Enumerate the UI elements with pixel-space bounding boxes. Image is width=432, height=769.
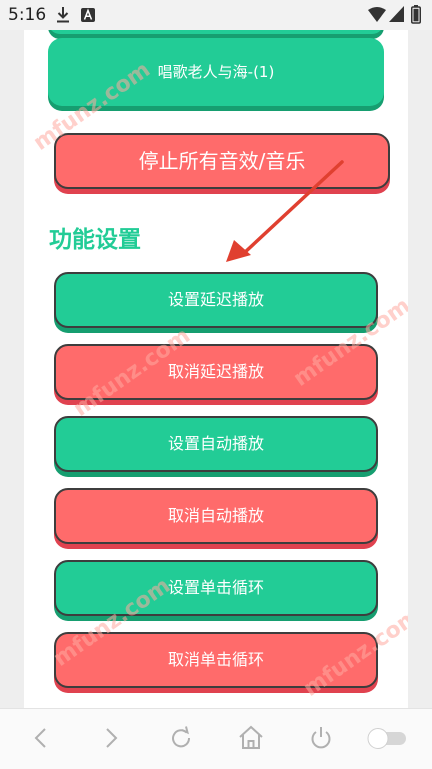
forward-icon[interactable] <box>96 723 126 753</box>
refresh-icon[interactable] <box>166 723 196 753</box>
toggle-switch[interactable] <box>364 723 410 753</box>
back-icon[interactable] <box>26 723 56 753</box>
annotation-arrow-icon <box>226 160 344 262</box>
home-icon[interactable] <box>236 723 266 753</box>
navigation-bar <box>0 708 432 769</box>
power-icon[interactable] <box>306 723 336 753</box>
